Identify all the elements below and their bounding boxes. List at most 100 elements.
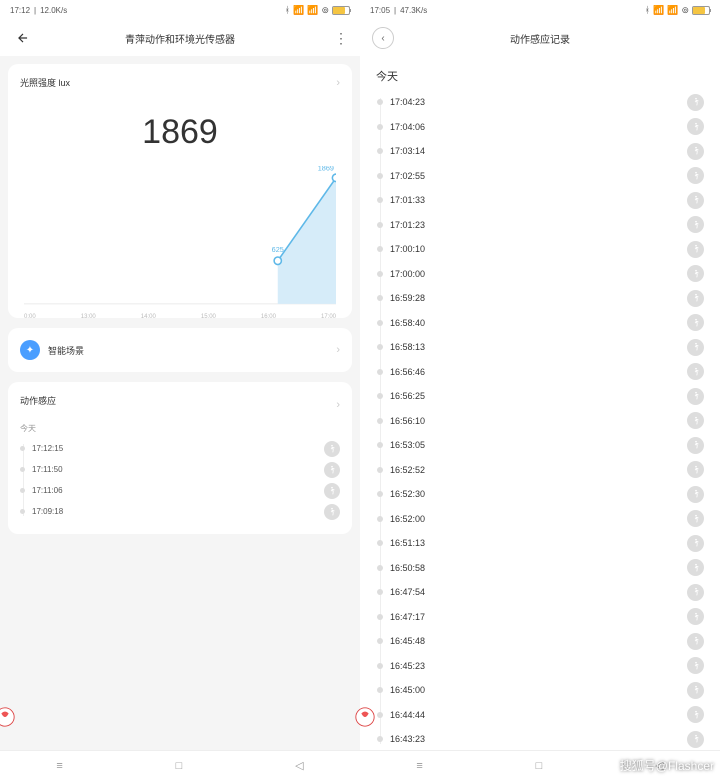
back-button[interactable]: ‹ bbox=[372, 27, 394, 49]
lux-header-row[interactable]: 光照强度 lux › bbox=[20, 76, 340, 89]
timeline-time: 16:43:23 bbox=[390, 734, 425, 744]
timeline-time: 17:00:10 bbox=[390, 244, 425, 254]
day-label: 今天 bbox=[376, 68, 704, 84]
timeline-time: 17:11:50 bbox=[32, 465, 63, 474]
timeline-time: 16:44:44 bbox=[390, 710, 425, 720]
walk-icon bbox=[687, 731, 704, 748]
back-button[interactable] bbox=[12, 27, 34, 49]
walk-icon bbox=[687, 94, 704, 111]
walk-icon bbox=[687, 265, 704, 282]
timeline-item[interactable]: 16:52:00 bbox=[390, 507, 704, 532]
walk-icon bbox=[687, 486, 704, 503]
timeline-item[interactable]: 16:45:23 bbox=[390, 654, 704, 679]
battery-icon bbox=[332, 6, 350, 15]
timeline-time: 17:09:18 bbox=[32, 507, 63, 516]
walk-icon bbox=[687, 241, 704, 258]
page-title: 动作感应记录 bbox=[510, 31, 570, 46]
scene-icon: ✦ bbox=[20, 340, 40, 360]
chevron-right-icon: › bbox=[336, 344, 340, 356]
timeline-item[interactable]: 16:59:28 bbox=[390, 286, 704, 311]
signal-icon: 📶 bbox=[667, 5, 678, 16]
timeline-time: 16:58:40 bbox=[390, 318, 425, 328]
timeline-item[interactable]: 16:50:58 bbox=[390, 556, 704, 581]
nav-home[interactable]: □ bbox=[176, 760, 183, 772]
timeline-time: 16:50:58 bbox=[390, 563, 425, 573]
timeline-time: 17:01:23 bbox=[390, 220, 425, 230]
walk-icon bbox=[687, 314, 704, 331]
timeline-item[interactable]: 16:43:23 bbox=[390, 727, 704, 750]
timeline-item[interactable]: 17:00:10 bbox=[390, 237, 704, 262]
timeline-item[interactable]: 17:11:50 bbox=[32, 459, 340, 480]
timeline-item[interactable]: 16:45:48 bbox=[390, 629, 704, 654]
bluetooth-icon: ᚼ bbox=[285, 5, 290, 15]
timeline-item[interactable]: 16:52:52 bbox=[390, 458, 704, 483]
timeline-item[interactable]: 16:56:25 bbox=[390, 384, 704, 409]
status-speed: 47.3K/s bbox=[400, 6, 427, 15]
timeline-item[interactable]: 16:52:30 bbox=[390, 482, 704, 507]
walk-icon bbox=[324, 483, 340, 499]
walk-icon bbox=[687, 510, 704, 527]
timeline-time: 16:56:25 bbox=[390, 391, 425, 401]
timeline-item[interactable]: 17:12:15 bbox=[32, 438, 340, 459]
timeline-time: 17:11:06 bbox=[32, 486, 63, 495]
timeline-item[interactable]: 16:45:00 bbox=[390, 678, 704, 703]
timeline-item[interactable]: 17:01:23 bbox=[390, 213, 704, 238]
walk-icon bbox=[687, 657, 704, 674]
timeline-item[interactable]: 17:01:33 bbox=[390, 188, 704, 213]
timeline-time: 17:12:15 bbox=[32, 444, 63, 453]
smart-scene-card[interactable]: ✦ 智能场景 › bbox=[8, 328, 352, 372]
motion-header-row[interactable]: 动作感应 › bbox=[20, 394, 340, 415]
timeline-item[interactable]: 16:47:17 bbox=[390, 605, 704, 630]
timeline-time: 16:47:54 bbox=[390, 587, 425, 597]
timeline-item[interactable]: 17:02:55 bbox=[390, 164, 704, 189]
timeline-item[interactable]: 16:47:54 bbox=[390, 580, 704, 605]
timeline-item[interactable]: 16:58:40 bbox=[390, 311, 704, 336]
nav-bar: ≡ □ ◁ bbox=[0, 750, 360, 780]
walk-icon bbox=[687, 437, 704, 454]
header: 青萍动作和环境光传感器 ⋮ bbox=[0, 20, 360, 56]
timeline-time: 16:47:17 bbox=[390, 612, 425, 622]
timeline-time: 16:56:46 bbox=[390, 367, 425, 377]
walk-icon bbox=[687, 559, 704, 576]
walk-icon bbox=[687, 584, 704, 601]
timeline-time: 16:59:28 bbox=[390, 293, 425, 303]
decoration-icon bbox=[0, 706, 16, 728]
timeline-item[interactable]: 16:56:10 bbox=[390, 409, 704, 434]
timeline-item[interactable]: 16:58:13 bbox=[390, 335, 704, 360]
walk-icon bbox=[687, 535, 704, 552]
timeline-item[interactable]: 17:09:18 bbox=[32, 501, 340, 522]
timeline-item[interactable]: 16:51:13 bbox=[390, 531, 704, 556]
timeline-item[interactable]: 17:04:23 bbox=[390, 90, 704, 115]
timeline-time: 16:56:10 bbox=[390, 416, 425, 426]
timeline-item[interactable]: 17:00:00 bbox=[390, 262, 704, 287]
timeline-time: 17:04:23 bbox=[390, 97, 425, 107]
nav-back[interactable]: ◁ bbox=[295, 759, 303, 772]
page-title: 青萍动作和环境光传感器 bbox=[125, 31, 235, 46]
timeline-item[interactable]: 17:11:06 bbox=[32, 480, 340, 501]
signal-icon: 📶 bbox=[653, 5, 664, 16]
timeline-time: 17:02:55 bbox=[390, 171, 425, 181]
walk-icon bbox=[687, 192, 704, 209]
timeline-item[interactable]: 17:04:06 bbox=[390, 115, 704, 140]
scene-label: 智能场景 bbox=[48, 344, 328, 357]
timeline-time: 16:52:30 bbox=[390, 489, 425, 499]
timeline-item[interactable]: 16:56:46 bbox=[390, 360, 704, 385]
timeline-item[interactable]: 16:44:44 bbox=[390, 703, 704, 728]
walk-icon bbox=[324, 504, 340, 520]
timeline-item[interactable]: 16:53:05 bbox=[390, 433, 704, 458]
more-button[interactable]: ⋮ bbox=[334, 30, 348, 47]
status-bar: 17:05 | 47.3K/s ᚼ 📶 📶 ⊚ bbox=[360, 0, 720, 20]
nav-recent[interactable]: ≡ bbox=[416, 760, 422, 772]
motion-card: 动作感应 › 今天 17:12:15 17:11:50 17:11:06 17:09:… bbox=[8, 382, 352, 534]
nav-home[interactable]: □ bbox=[536, 760, 543, 772]
nav-recent[interactable]: ≡ bbox=[56, 760, 62, 772]
walk-icon bbox=[324, 441, 340, 457]
status-speed: 12.0K/s bbox=[40, 6, 67, 15]
timeline-time: 17:00:00 bbox=[390, 269, 425, 279]
chevron-right-icon: › bbox=[336, 399, 340, 411]
day-label: 今天 bbox=[20, 423, 340, 434]
timeline-item[interactable]: 17:03:14 bbox=[390, 139, 704, 164]
wifi-icon: ⊚ bbox=[321, 5, 329, 16]
lux-title: 光照强度 lux bbox=[20, 76, 70, 89]
status-time: 17:05 bbox=[370, 6, 390, 15]
